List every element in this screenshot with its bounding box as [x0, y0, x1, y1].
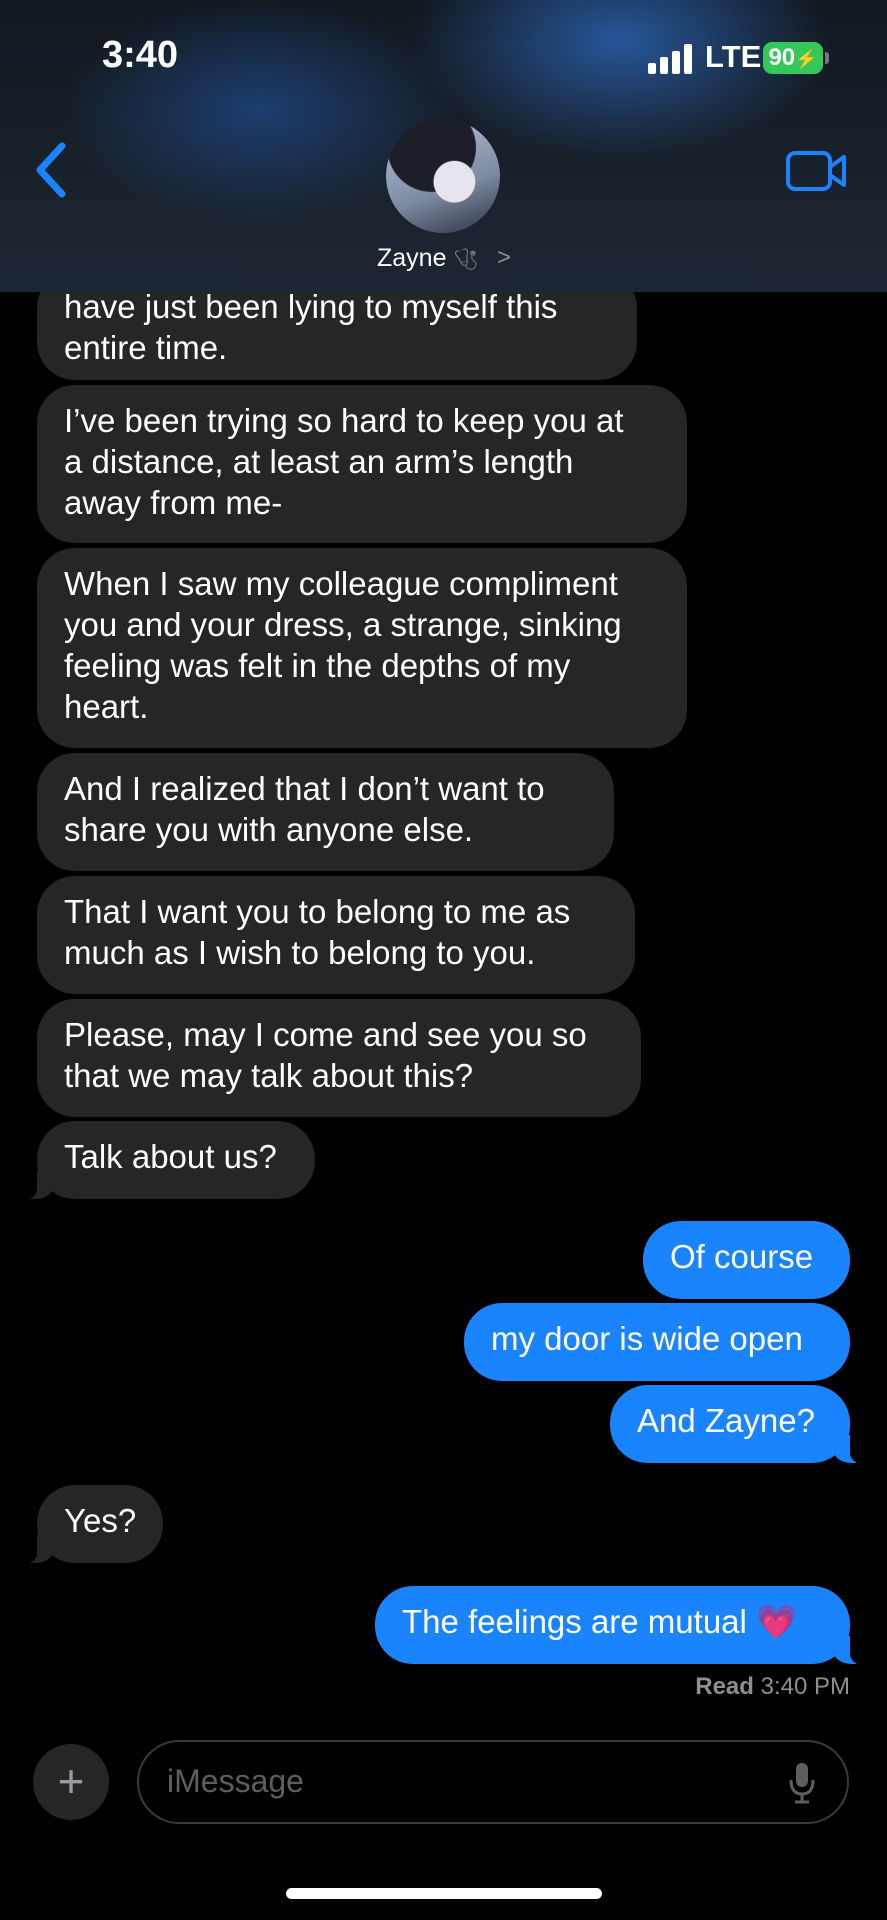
network-type: LTE: [705, 39, 762, 74]
message-bubble-incoming[interactable]: That I want you to belong to me as much …: [37, 876, 635, 994]
microphone-icon[interactable]: [789, 1762, 815, 1804]
read-time: 3:40 PM: [760, 1673, 850, 1700]
conversation-header: 3:40 LTE 90⚡ Zayne 🩺 >: [0, 0, 887, 292]
message-bubble-incoming[interactable]: I’ve been trying so hard to keep you at …: [37, 385, 687, 543]
cellular-signal-icon: [648, 44, 692, 74]
message-bubble-incoming[interactable]: Yes?: [9, 1485, 163, 1565]
contact-name-text: Zayne: [377, 244, 447, 272]
read-label: Read: [695, 1673, 754, 1700]
input-placeholder: iMessage: [167, 1763, 304, 1799]
message-bubble-outgoing[interactable]: And Zayne?: [610, 1385, 878, 1465]
message-bubble-outgoing[interactable]: my door is wide open: [464, 1303, 850, 1381]
contact-avatar[interactable]: [386, 119, 500, 233]
battery-level: 90: [768, 44, 796, 71]
message-bubble-incoming[interactable]: Talk about us?: [9, 1121, 315, 1201]
contact-name[interactable]: Zayne 🩺: [377, 244, 478, 273]
battery-icon: 90⚡: [763, 42, 823, 74]
message-bubble-outgoing[interactable]: Of course: [643, 1221, 850, 1299]
imessage-input[interactable]: iMessage: [137, 1740, 849, 1824]
battery-cap: [825, 52, 829, 64]
message-bubble-outgoing[interactable]: The feelings are mutual 💗: [375, 1586, 878, 1666]
status-time: 3:40: [102, 34, 179, 76]
back-chevron-icon[interactable]: [30, 140, 74, 200]
chevron-right-icon: >: [497, 244, 512, 271]
message-bubble-incoming[interactable]: Please, may I come and see you so that w…: [37, 999, 641, 1117]
message-bubble-incoming[interactable]: And I realized that I don’t want to shar…: [37, 753, 614, 871]
home-indicator[interactable]: [286, 1888, 602, 1899]
video-call-icon[interactable]: [786, 150, 848, 192]
message-bubble-incoming[interactable]: When I saw my colleague compliment you a…: [37, 548, 687, 748]
apps-plus-button[interactable]: +: [33, 1744, 109, 1820]
read-receipt: Read 3:40 PM: [695, 1673, 850, 1701]
stethoscope-icon: 🩺: [453, 249, 479, 271]
